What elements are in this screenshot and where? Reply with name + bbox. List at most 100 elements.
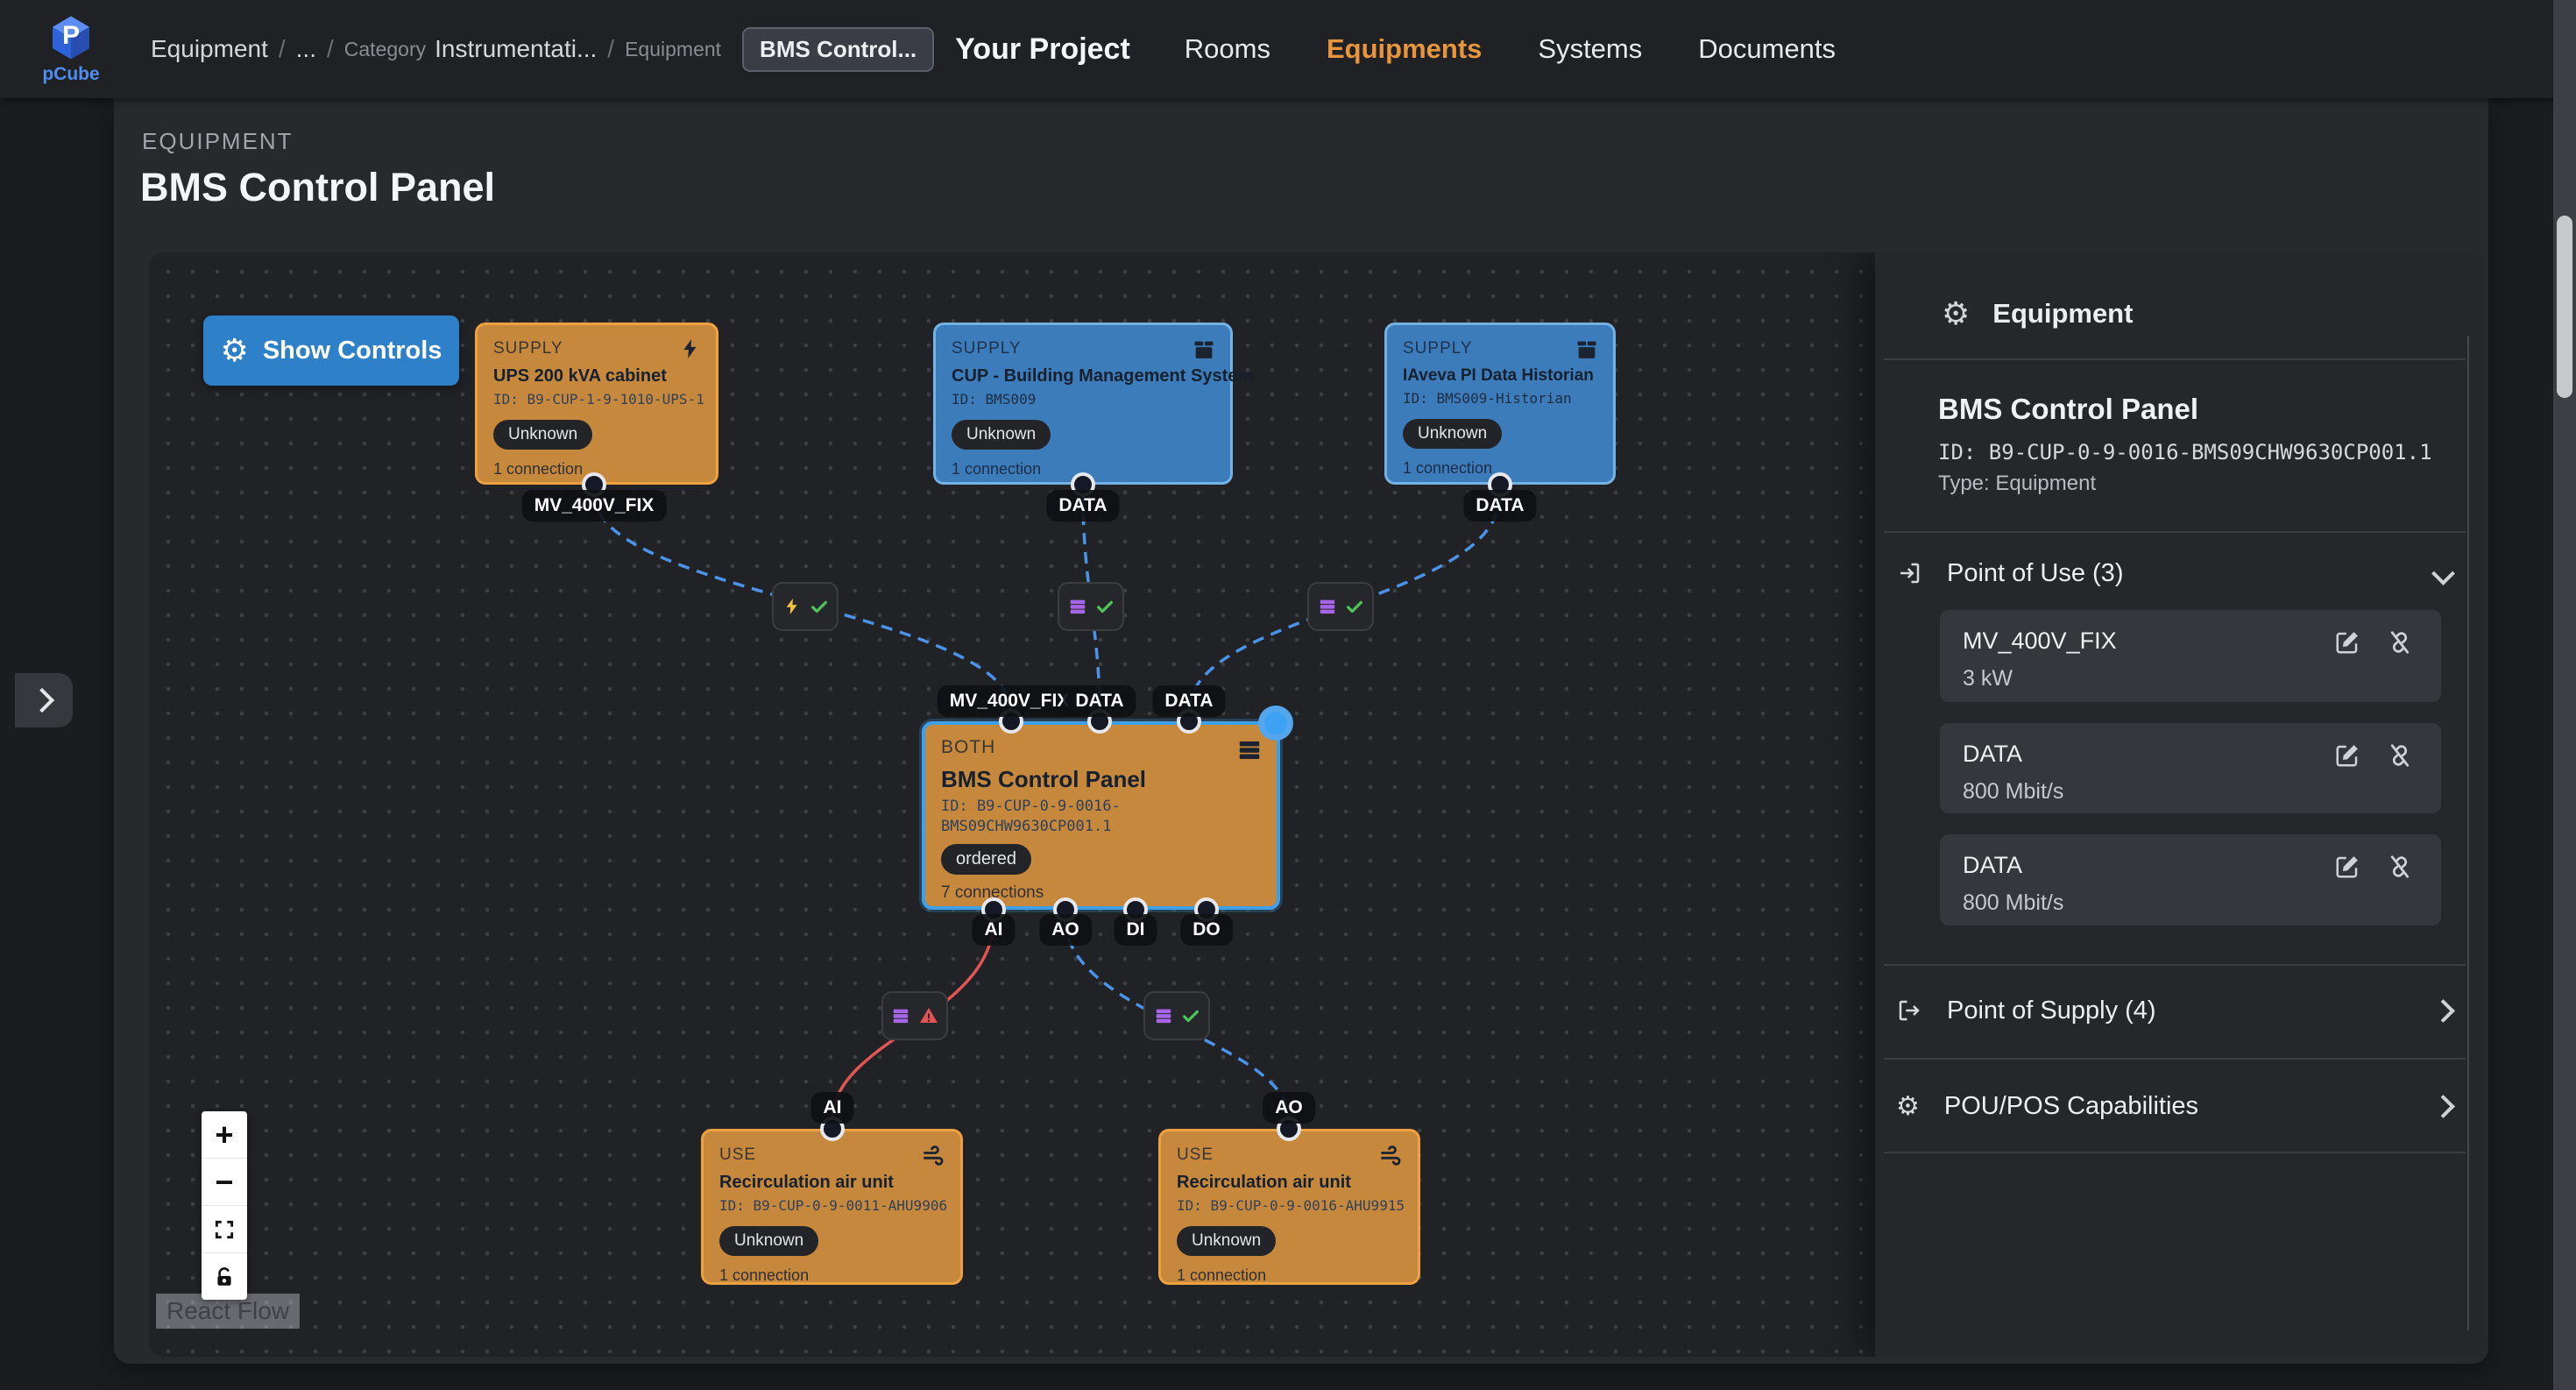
check-icon [810, 597, 829, 616]
node-ahu-9915[interactable]: USE Recirculation air unit ID: B9-CUP-0-… [1158, 1129, 1420, 1285]
edit-button[interactable] [2334, 854, 2360, 880]
port-label: AO [1263, 1092, 1315, 1124]
edge-chip-data-ok[interactable] [1143, 991, 1210, 1040]
wind-icon [922, 1144, 946, 1173]
top-navbar: P pCube Equipment / ... / Category Instr… [0, 0, 2576, 98]
divider [1884, 531, 2466, 533]
project-title[interactable]: Your Project [955, 32, 1130, 67]
breadcrumb-separator: / [279, 35, 286, 63]
check-icon [1345, 597, 1364, 616]
power-bolt-icon [679, 337, 702, 365]
equipment-id: ID: B9-CUP-0-9-0016-BMS09CHW9630CP001.1 [1938, 440, 2432, 465]
nav-item-systems[interactable]: Systems [1538, 33, 1642, 65]
breadcrumb-current-chip[interactable]: BMS Control... [742, 27, 934, 72]
equipment-detail-panel: ⚙ Equipment BMS Control Panel ID: B9-CUP… [1875, 252, 2487, 1357]
status-badge: Unknown [719, 1226, 818, 1256]
nav-item-equipments[interactable]: Equipments [1327, 33, 1482, 65]
edit-button[interactable] [2334, 742, 2360, 769]
unlink-button[interactable] [2387, 629, 2413, 656]
status-badge: Unknown [1403, 419, 1502, 449]
point-of-use-section-header[interactable]: Point of Use (3) [1896, 540, 2452, 606]
node-selection-handle[interactable] [1258, 706, 1293, 741]
edit-icon [2334, 629, 2360, 656]
pou-item-data2[interactable]: DATA 800 Mbit/s [1940, 834, 2441, 925]
unlink-button[interactable] [2387, 854, 2413, 880]
gear-icon: ⚙ [221, 335, 249, 366]
port-label: AI [973, 914, 1016, 946]
unlink-icon [2387, 629, 2413, 656]
divider [1884, 358, 2466, 360]
show-controls-button[interactable]: ⚙ Show Controls [203, 316, 459, 386]
zoom-in-button[interactable]: + [202, 1111, 247, 1159]
equipment-name: BMS Control Panel [1938, 393, 2198, 426]
status-badge: Unknown [1177, 1226, 1276, 1256]
chevron-right-icon [30, 688, 54, 713]
pou-item-mv400[interactable]: MV_400V_FIX 3 kW [1940, 610, 2441, 702]
panel-header: ⚙ Equipment [1942, 298, 2133, 330]
breadcrumb-ellipsis[interactable]: ... [296, 35, 316, 63]
edge-chip-power-ok[interactable] [772, 582, 839, 631]
gear-icon: ⚙ [1942, 298, 1970, 330]
fit-view-icon [213, 1218, 236, 1241]
nav-item-documents[interactable]: Documents [1698, 33, 1836, 65]
point-of-supply-icon [1896, 997, 1922, 1024]
edge-chip-data-ok[interactable] [1307, 582, 1374, 631]
node-bms-control-panel[interactable]: BOTH BMS Control Panel ID: B9-CUP-0-9-00… [922, 721, 1280, 910]
lock-button[interactable] [202, 1253, 247, 1300]
breadcrumb: Equipment / ... / Category Instrumentati… [151, 27, 934, 72]
chevron-right-icon [2431, 999, 2455, 1023]
logo-letter: P [62, 21, 80, 51]
equipment-type: Type: Equipment [1938, 472, 2096, 496]
warning-icon [918, 1005, 939, 1026]
page-scrollbar-track[interactable] [2553, 0, 2576, 1390]
diagram-canvas[interactable]: ⚙ Show Controls SUPPLY UPS 200 kVA cabin… [149, 252, 2487, 1357]
fit-view-button[interactable] [202, 1206, 247, 1253]
point-of-supply-section-header[interactable]: Point of Supply (4) [1896, 977, 2452, 1044]
point-of-use-icon [1896, 560, 1922, 586]
logo-text: pCube [42, 64, 99, 85]
node-cup-bms[interactable]: SUPPLY CUP - Building Management System … [933, 323, 1233, 485]
edit-icon [2334, 742, 2360, 769]
port-label: MV_400V_FIX [522, 490, 667, 521]
divider [1884, 964, 2466, 966]
breadcrumb-separator: / [327, 35, 334, 63]
check-icon [1095, 597, 1115, 616]
divider [1884, 1058, 2466, 1060]
page-scrollbar-thumb[interactable] [2557, 216, 2572, 398]
breadcrumb-equipment[interactable]: Equipment [151, 35, 268, 63]
edit-button[interactable] [2334, 629, 2360, 656]
port-label: DATA [1046, 490, 1119, 521]
capabilities-section-header[interactable]: ⚙ POU/POS Capabilities [1896, 1073, 2452, 1139]
node-ahu-9906[interactable]: USE Recirculation air unit ID: B9-CUP-0-… [701, 1129, 963, 1285]
chevron-right-icon [2431, 1095, 2455, 1118]
status-badge: Unknown [493, 420, 592, 450]
divider [1884, 1152, 2466, 1153]
server-icon [1154, 1006, 1173, 1025]
pou-item-data1[interactable]: DATA 800 Mbit/s [1940, 723, 2441, 813]
check-icon [1181, 1006, 1200, 1025]
lock-icon [213, 1266, 236, 1288]
port-label: AI [811, 1092, 854, 1124]
left-panel-toggle[interactable] [15, 673, 73, 727]
node-historian[interactable]: SUPPLY IAveva PI Data Historian ID: BMS0… [1384, 323, 1616, 485]
package-icon [1192, 337, 1216, 366]
nav-item-rooms[interactable]: Rooms [1185, 33, 1270, 65]
server-icon [1318, 597, 1337, 616]
package-icon [1575, 337, 1599, 366]
server-rack-icon [1236, 737, 1263, 768]
edge-chip-data-warning[interactable] [881, 991, 948, 1040]
port-label: DI [1115, 914, 1157, 946]
page-eyebrow: EQUIPMENT [142, 128, 294, 155]
breadcrumb-instrumentation[interactable]: Instrumentati... [435, 35, 597, 63]
canvas-zoom-controls: + − [202, 1111, 247, 1300]
zoom-out-button[interactable]: − [202, 1159, 247, 1206]
unlink-button[interactable] [2387, 742, 2413, 769]
app-logo[interactable]: P pCube [23, 13, 119, 85]
edge-chip-data-ok[interactable] [1058, 582, 1124, 631]
node-ups[interactable]: SUPPLY UPS 200 kVA cabinet ID: B9-CUP-1-… [475, 323, 718, 485]
server-icon [1068, 597, 1087, 616]
main-nav: Rooms Equipments Systems Documents [1185, 33, 1836, 65]
panel-scrollbar[interactable] [2467, 336, 2469, 1330]
breadcrumb-category-tag: Category [344, 38, 426, 61]
page-title: BMS Control Panel [140, 165, 495, 210]
